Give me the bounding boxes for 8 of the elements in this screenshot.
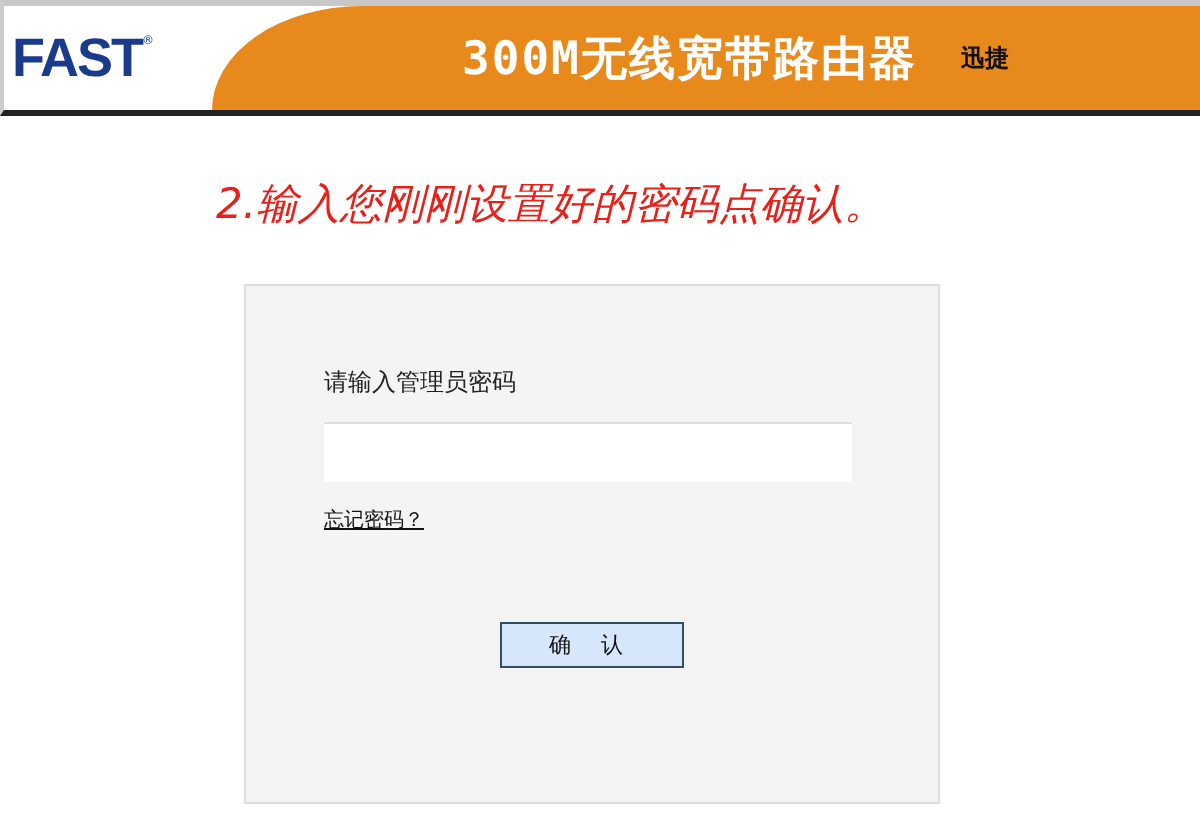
password-field[interactable] — [324, 422, 852, 482]
confirm-button[interactable]: 确 认 — [500, 622, 684, 668]
forgot-password-link[interactable]: 忘记密码？ — [324, 506, 424, 534]
instruction-text: 2.输入您刚刚设置好的密码点确认。 — [216, 178, 889, 232]
brand-logo: FAST — [12, 27, 143, 89]
password-label: 请输入管理员密码 — [324, 366, 518, 400]
product-title: 300M无线宽带路由器 — [462, 31, 917, 89]
brand-name: 迅捷 — [960, 41, 1009, 75]
